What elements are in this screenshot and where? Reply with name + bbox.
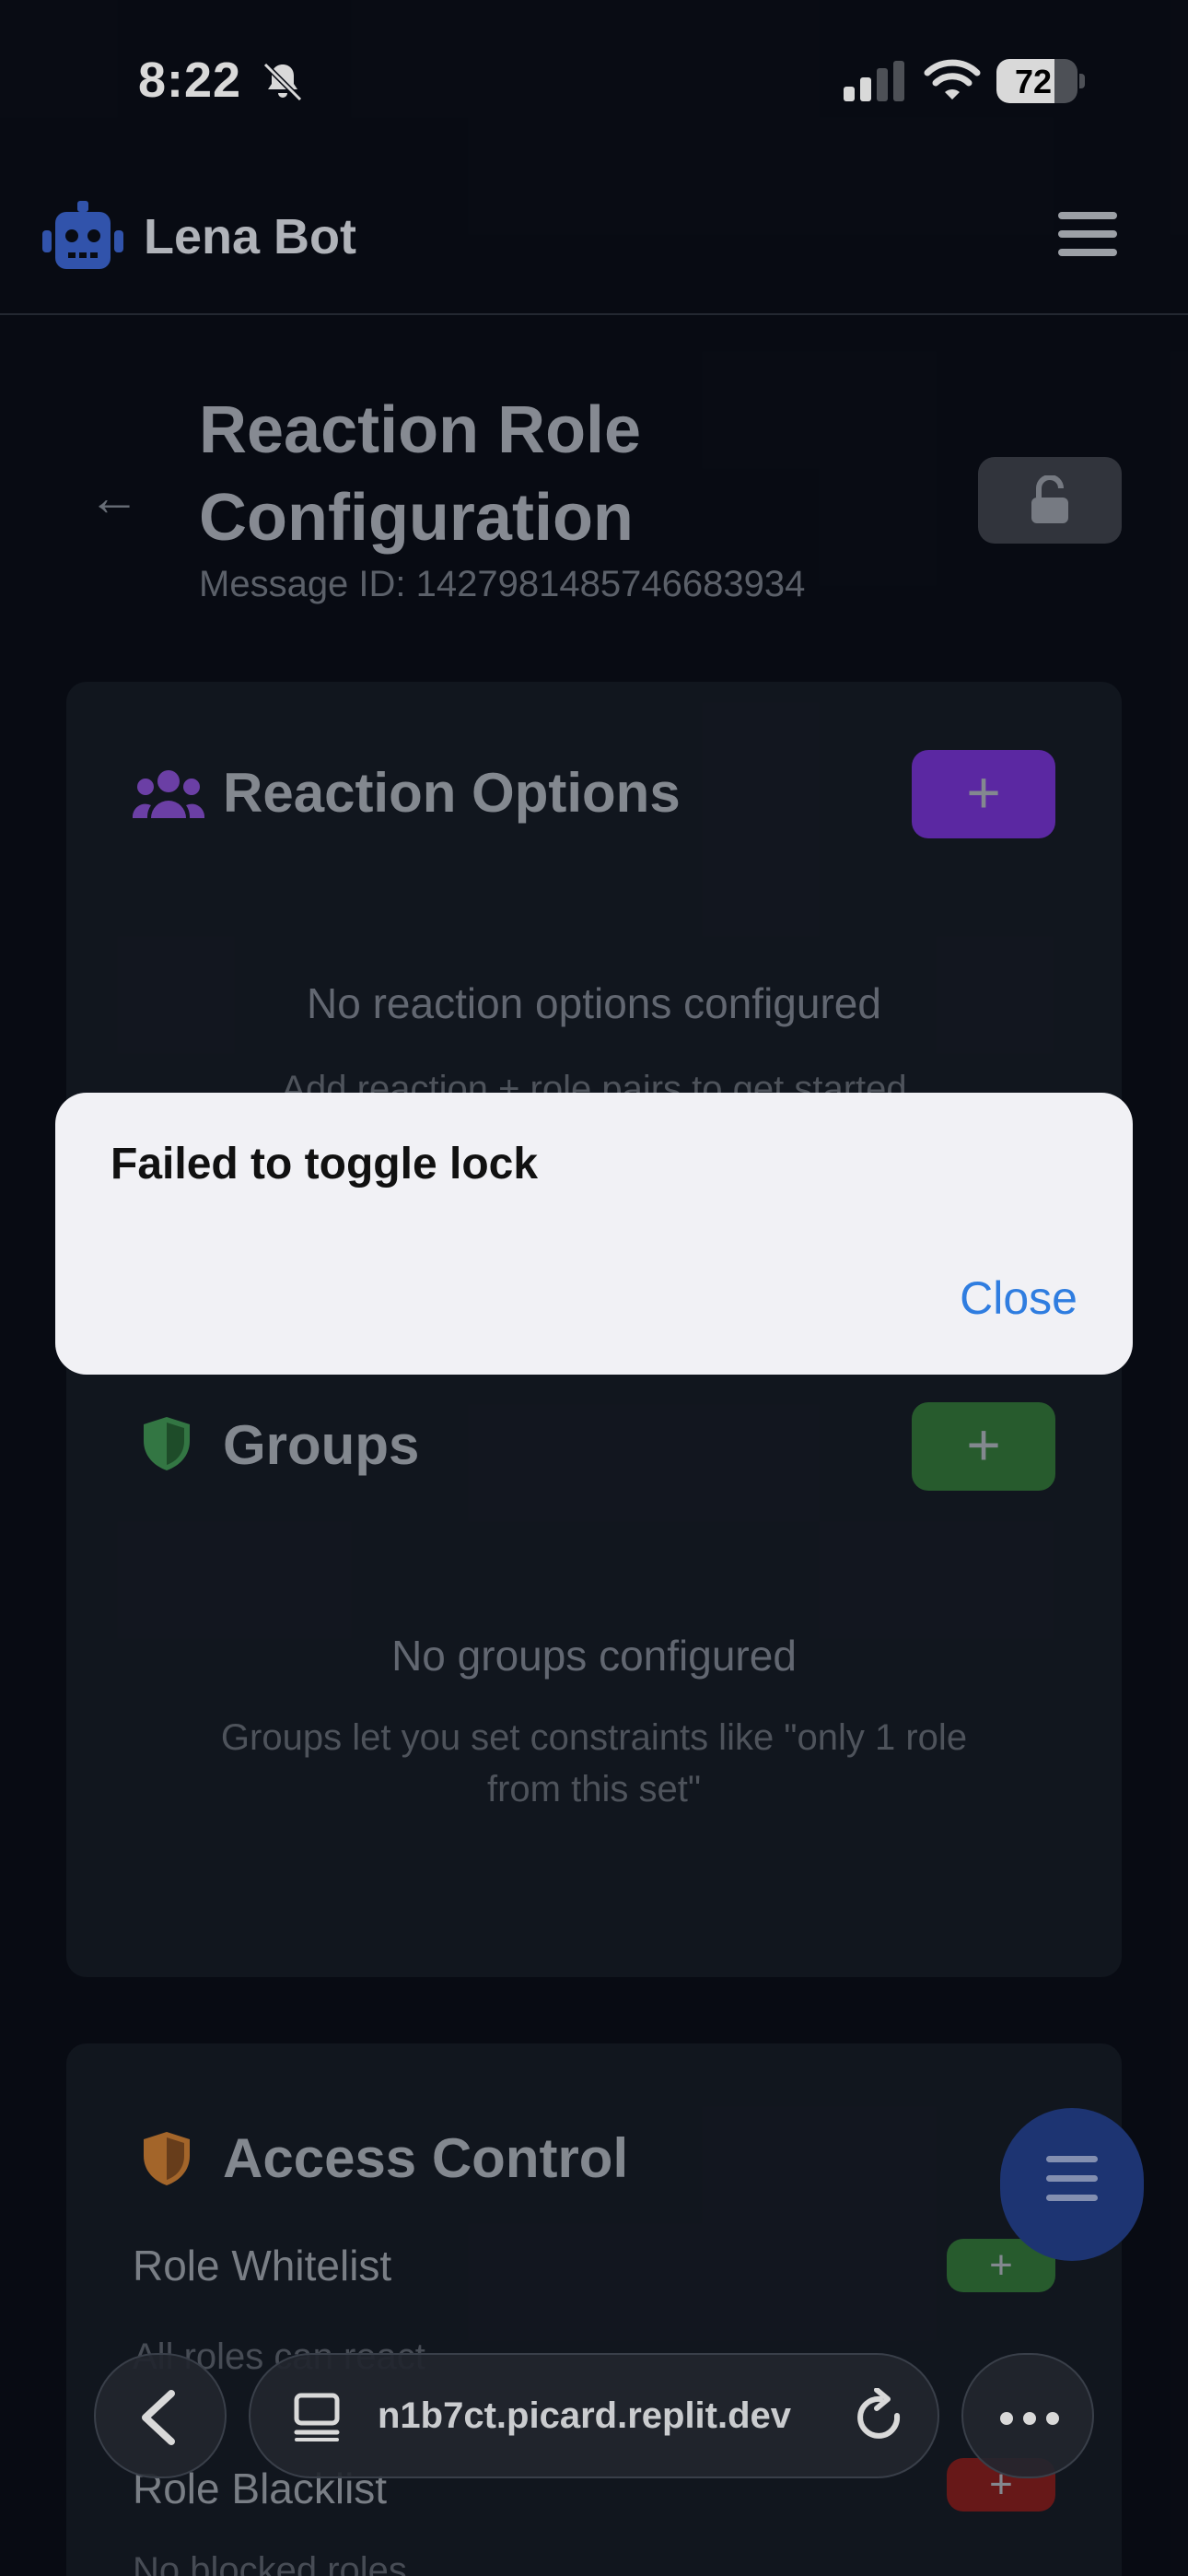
page: 8:22 72 Lena Bot ← Reaction Role Configu… bbox=[0, 0, 1188, 2576]
alert-dialog: Failed to toggle lock Close bbox=[55, 1093, 1133, 1375]
alert-title: Failed to toggle lock bbox=[111, 1140, 539, 1188]
alert-close-button[interactable]: Close bbox=[960, 1271, 1077, 1325]
